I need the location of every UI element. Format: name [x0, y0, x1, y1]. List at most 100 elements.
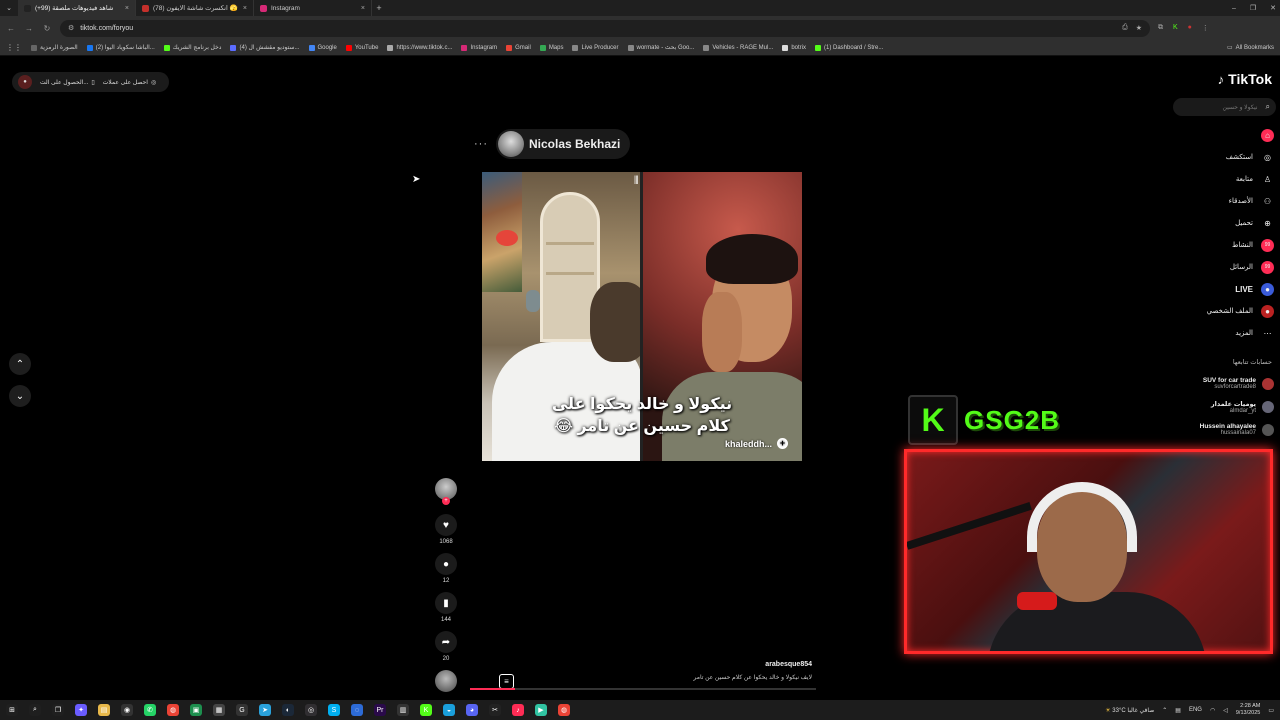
search-icon[interactable]: ⌕ [29, 704, 41, 716]
back-icon[interactable]: ← [6, 24, 16, 33]
description-username[interactable]: arabesque854 [620, 661, 812, 668]
nav-item[interactable]: استكشف ◎ [1184, 146, 1274, 168]
volume-icon[interactable]: ◁ [1223, 707, 1228, 714]
heart-icon[interactable]: ♥ [435, 514, 457, 536]
following-account[interactable]: يوميات علمدار almdar_yt [1182, 395, 1274, 418]
obs-icon[interactable]: ◎ [305, 704, 317, 716]
bookmark-item[interactable]: https://www.tiktok.c... [387, 44, 452, 51]
author-avatar[interactable]: + [435, 478, 457, 505]
bookmark-item[interactable]: الصورة الرمزية [31, 44, 78, 51]
search-icon[interactable]: ⌕ [1266, 102, 1270, 112]
new-tab-button[interactable]: + [372, 3, 386, 13]
bookmark-icon[interactable]: ▮ [435, 592, 457, 614]
weather[interactable]: ☀ 33°C صافي غالبا [1105, 707, 1154, 714]
url-field[interactable]: ⚙ tiktok.com/foryou ⎙ ★ [60, 19, 1150, 37]
menu-icon[interactable]: ⋮ [1202, 24, 1209, 32]
network-icon[interactable]: ▤ [1175, 707, 1181, 714]
nav-item[interactable]: ⌂ [1184, 124, 1274, 146]
streamlabs-icon[interactable]: ▶ [535, 704, 547, 716]
follow-plus-icon[interactable]: + [442, 497, 450, 505]
bookmark-item[interactable]: Instagram [461, 44, 497, 51]
wifi-icon[interactable]: ◠ [1210, 707, 1215, 714]
extensions-icon[interactable]: ⧉ [1158, 24, 1163, 32]
bookmark-item[interactable]: Live Producer [572, 44, 619, 51]
app-green-icon[interactable]: ▣ [190, 704, 202, 716]
video-handle-tag[interactable]: khaleddh... + [725, 438, 788, 449]
nav-item[interactable]: تحميل ⊕ [1184, 212, 1274, 234]
bookmark-item[interactable]: (2) الباشا سكوياد اليوا... [86, 44, 155, 51]
reload-icon[interactable]: ↻ [42, 24, 52, 33]
tiktok-icon[interactable]: ♪ [512, 704, 524, 716]
bookmark-item[interactable]: botrix [782, 44, 806, 51]
app-blue-icon[interactable]: ◌ [351, 704, 363, 716]
nav-item[interactable]: متابعة ♙ [1184, 168, 1274, 190]
bookmark-item[interactable]: (1) Dashboard / Stre... [815, 44, 883, 51]
calculator-icon[interactable]: ▦ [213, 704, 225, 716]
close-window-icon[interactable]: ✕ [1270, 4, 1276, 12]
more-options-icon[interactable]: ··· [474, 138, 488, 150]
chrome-active-icon[interactable]: ◍ [558, 704, 570, 716]
following-account[interactable]: SUV for car trade suvforcartrade8 [1182, 372, 1274, 395]
minimize-icon[interactable]: – [1232, 5, 1236, 12]
discord-icon[interactable]: ◕ [466, 704, 478, 716]
tab-close-icon[interactable]: × [243, 5, 247, 12]
skype-icon[interactable]: S [328, 704, 340, 716]
task-view-icon[interactable]: ❐ [52, 704, 64, 716]
bookmark-item[interactable]: Vehicles - RAGE Mul... [703, 44, 773, 51]
maximize-icon[interactable]: ❐ [1250, 4, 1256, 12]
bookmark-item[interactable]: دخل برنامج الشريك [163, 44, 221, 51]
premiere-icon[interactable]: Pr [374, 704, 386, 716]
forward-icon[interactable]: → [24, 24, 34, 33]
share-icon[interactable]: ➦ [435, 631, 457, 653]
notifications-icon[interactable]: ▭ [1268, 707, 1274, 714]
bookmark-item[interactable]: Gmail [506, 44, 531, 51]
apps-icon[interactable]: ⋮⋮ [6, 43, 22, 52]
telegram-icon[interactable]: ➤ [259, 704, 271, 716]
kick-icon[interactable]: K [420, 704, 432, 716]
next-video-button[interactable]: ⌄ [9, 385, 31, 407]
install-icon[interactable]: ⎙ [1122, 24, 1128, 32]
bookmark-item[interactable]: YouTube [345, 44, 378, 51]
kick-ext-icon[interactable]: K [1173, 24, 1178, 32]
file-explorer-icon[interactable]: ▤ [98, 704, 110, 716]
following-account[interactable]: Hussein alhayalee hussainala07 [1182, 418, 1274, 441]
nav-item[interactable]: الأصدقاء ⚇ [1184, 190, 1274, 212]
bookmark-item[interactable]: Maps [539, 44, 563, 51]
bookmark-item[interactable]: (4) ستوديو مقشش ال... [230, 44, 300, 51]
user-avatar[interactable]: ● [18, 75, 32, 89]
nav-item[interactable]: المزيد ⋯ [1184, 322, 1274, 344]
nav-item[interactable]: الرسائل 99 [1184, 256, 1274, 278]
windows-icon[interactable]: ⊞ [6, 704, 18, 716]
bookmark-item[interactable]: wormate - بحث Goo... [627, 44, 694, 51]
tab-close-icon[interactable]: × [361, 5, 365, 12]
clock[interactable]: 2:28 AM 9/13/2025 [1236, 703, 1260, 717]
captions-icon[interactable]: ≡ [499, 674, 514, 689]
nav-item[interactable]: النشاط 99 [1184, 234, 1274, 256]
comment-icon[interactable]: ● [435, 553, 457, 575]
tiktok-logo[interactable]: ♪ TikTok [1218, 71, 1272, 87]
creator-name[interactable]: Nicolas Bekhazi [529, 137, 620, 151]
steam-icon[interactable]: ◐ [282, 704, 294, 716]
edge-icon[interactable]: ◒ [443, 704, 455, 716]
video-progress-bar[interactable] [470, 688, 816, 690]
get-coins-button[interactable]: احصل على عملات ◎ [103, 79, 157, 86]
nav-item[interactable]: LIVE ● [1184, 278, 1274, 300]
davinci-icon[interactable]: ◉ [121, 704, 133, 716]
tab-close-icon[interactable]: × [125, 5, 129, 12]
whatsapp-icon[interactable]: ✆ [144, 704, 156, 716]
all-bookmarks[interactable]: ▭ All Bookmarks [1227, 44, 1274, 52]
browser-tab[interactable]: (78) انكسرت شاشة الايفون 🫣 × [136, 0, 254, 16]
chrome-icon[interactable]: ◍ [167, 704, 179, 716]
get-app-button[interactable]: الحصول على الت... ▯ [40, 79, 95, 86]
creator-badge[interactable]: Nicolas Bekhazi [496, 129, 631, 159]
creator-avatar[interactable] [498, 131, 524, 157]
tab-search-button[interactable]: ⌄ [0, 0, 18, 16]
search-input[interactable]: نيكولا و حسين ⌕ [1173, 98, 1276, 116]
sound-disc-avatar[interactable] [435, 670, 457, 692]
capcut-icon[interactable]: ✂ [489, 704, 501, 716]
copilot-icon[interactable]: ✦ [75, 704, 87, 716]
app-dark-icon[interactable]: ▥ [397, 704, 409, 716]
nav-item[interactable]: الملف الشخصي ● [1184, 300, 1274, 322]
lang-indicator[interactable]: ENG [1189, 707, 1202, 713]
previous-video-button[interactable]: ⌃ [9, 353, 31, 375]
